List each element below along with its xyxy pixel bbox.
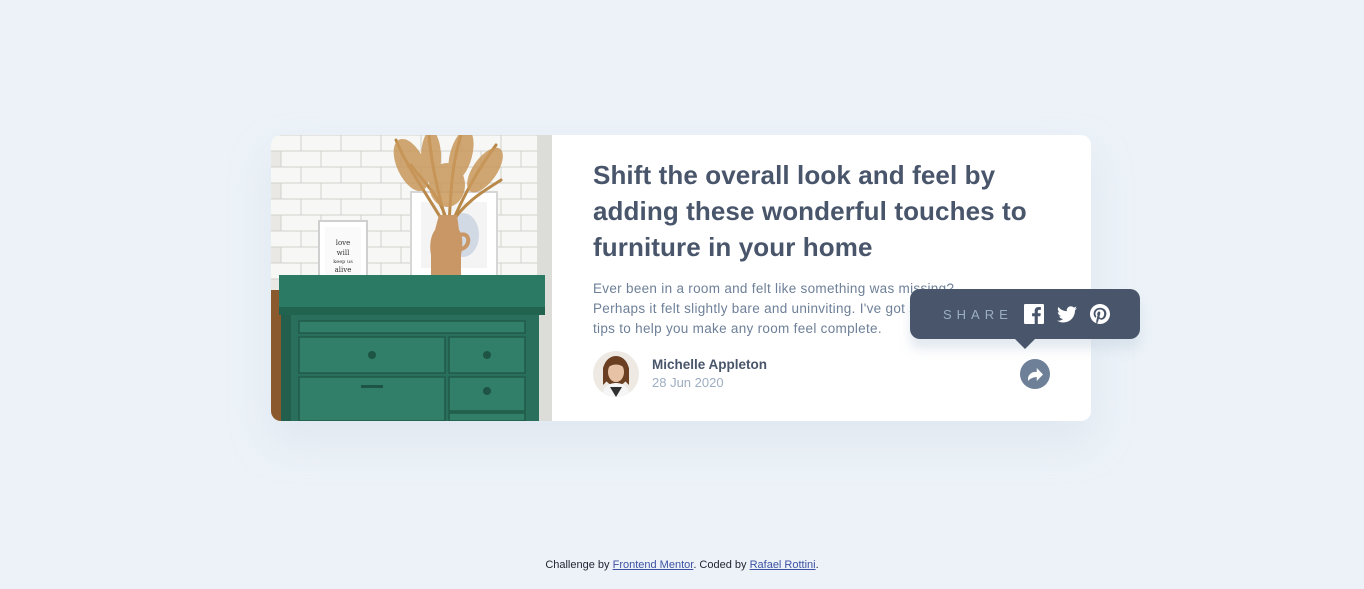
frontend-mentor-link[interactable]: Frontend Mentor [613, 559, 694, 571]
share-arrow-icon [1027, 367, 1043, 381]
pinterest-icon[interactable] [1089, 303, 1111, 325]
share-label: SHARE [943, 306, 1013, 322]
attribution-middle: . Coded by [693, 559, 750, 571]
page: love will keep us alive Shift the overal… [0, 0, 1364, 589]
article-title: Shift the overall look and feel by addin… [593, 160, 1027, 262]
svg-text:keep us: keep us [333, 259, 353, 265]
author-link[interactable]: Rafael Rottini [750, 559, 816, 571]
facebook-icon[interactable] [1023, 303, 1045, 325]
svg-text:love: love [336, 239, 351, 247]
article-card: love will keep us alive Shift the overal… [271, 135, 1091, 421]
author-block: Michelle Appleton 28 Jun 2020 [593, 351, 767, 397]
attribution-prefix: Challenge by [545, 559, 613, 571]
twitter-icon[interactable] [1056, 303, 1078, 325]
post-date: 28 Jun 2020 [652, 375, 724, 390]
share-popup: SHARE [910, 289, 1140, 349]
svg-text:will: will [337, 249, 350, 257]
share-button[interactable] [1020, 359, 1050, 389]
author-name: Michelle Appleton [652, 357, 768, 372]
author-text: Michelle Appleton 28 Jun 2020 [652, 356, 767, 392]
attribution-suffix: . [815, 559, 819, 571]
avatar [593, 351, 639, 397]
attribution: Challenge by Frontend Mentor. Coded by R… [0, 559, 1364, 571]
article-image: love will keep us alive [271, 135, 552, 421]
svg-text:alive: alive [335, 266, 352, 274]
social-links [1023, 303, 1122, 325]
